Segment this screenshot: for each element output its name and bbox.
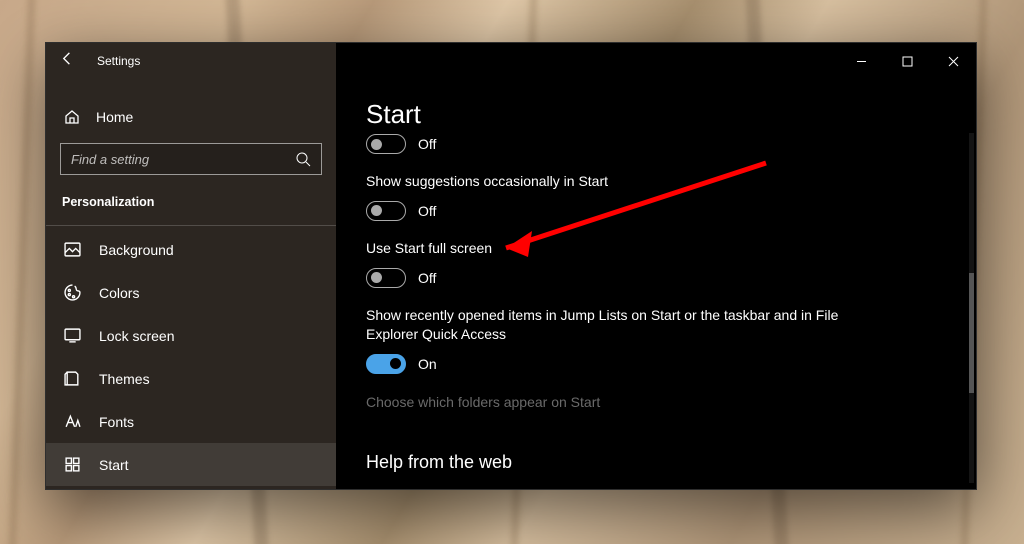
toggle-row-peek: Off — [366, 134, 966, 154]
themes-icon — [64, 370, 81, 387]
sidebar: Settings Home Personalization Background… — [46, 43, 336, 489]
toggle-state: Off — [418, 270, 436, 286]
toggle-peek[interactable] — [366, 134, 406, 154]
home-icon — [64, 109, 80, 125]
toggle-state: Off — [418, 203, 436, 219]
minimize-button[interactable] — [838, 43, 884, 79]
sidebar-item-lock-screen[interactable]: Lock screen — [46, 314, 336, 357]
nav-label: Themes — [99, 371, 150, 387]
toggle-state: On — [418, 356, 437, 372]
titlebar-left: Settings — [46, 43, 336, 79]
toggle-suggestions[interactable] — [366, 201, 406, 221]
lock-screen-icon — [64, 327, 81, 344]
toggle-fullscreen[interactable] — [366, 268, 406, 288]
search-box[interactable] — [60, 143, 322, 175]
settings-window: Settings Home Personalization Background… — [45, 42, 977, 490]
sidebar-item-background[interactable]: Background — [46, 228, 336, 271]
help-link-open-start[interactable]: Opening the Start menu — [366, 487, 966, 489]
sidebar-item-themes[interactable]: Themes — [46, 357, 336, 400]
toggle-row-suggestions: Off — [366, 201, 966, 221]
setting-label-fullscreen: Use Start full screen — [366, 239, 886, 258]
content-scroll: Start Off Show suggestions occasionally … — [366, 99, 966, 489]
palette-icon — [64, 284, 81, 301]
setting-label-jumplists: Show recently opened items in Jump Lists… — [366, 306, 886, 344]
page-title: Start — [366, 99, 966, 130]
nav-label: Colors — [99, 285, 139, 301]
scrollbar[interactable] — [969, 133, 974, 483]
toggle-jumplists[interactable] — [366, 354, 406, 374]
help-heading: Help from the web — [366, 452, 966, 473]
toggle-row-jumplists: On — [366, 354, 966, 374]
window-controls — [838, 43, 976, 79]
section-label: Personalization — [46, 175, 336, 223]
search-input[interactable] — [61, 152, 295, 167]
sidebar-item-fonts[interactable]: Fonts — [46, 400, 336, 443]
close-button[interactable] — [930, 43, 976, 79]
nav-label: Background — [99, 242, 174, 258]
app-title: Settings — [97, 54, 140, 68]
setting-label-suggestions: Show suggestions occasionally in Start — [366, 172, 886, 191]
back-button[interactable] — [60, 51, 75, 71]
home-label: Home — [96, 109, 133, 125]
search-icon — [295, 151, 311, 167]
maximize-button[interactable] — [884, 43, 930, 79]
start-icon — [64, 456, 81, 473]
nav-list: Background Colors Lock screen Themes Fon… — [46, 228, 336, 486]
fonts-icon — [64, 413, 81, 430]
sidebar-item-start[interactable]: Start — [46, 443, 336, 486]
sidebar-home[interactable]: Home — [46, 97, 336, 137]
toggle-state: Off — [418, 136, 436, 152]
sidebar-item-colors[interactable]: Colors — [46, 271, 336, 314]
nav-label: Lock screen — [99, 328, 174, 344]
picture-icon — [64, 241, 81, 258]
nav-label: Fonts — [99, 414, 134, 430]
scroll-thumb[interactable] — [969, 273, 974, 393]
toggle-row-fullscreen: Off — [366, 268, 966, 288]
content-pane: Start Off Show suggestions occasionally … — [336, 43, 976, 489]
choose-folders-link[interactable]: Choose which folders appear on Start — [366, 394, 966, 410]
nav-label: Start — [99, 457, 129, 473]
